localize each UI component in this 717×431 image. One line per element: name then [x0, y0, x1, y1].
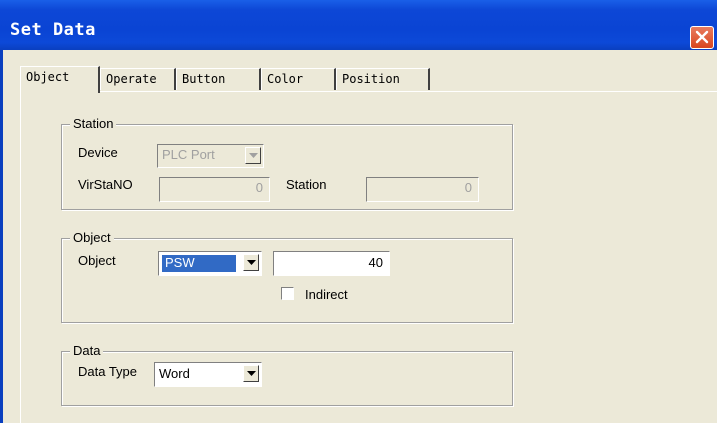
dialog-client-area: Object Operate Button Color Position Sta… [0, 50, 717, 431]
tab-button[interactable]: Button [176, 68, 261, 90]
tab-color[interactable]: Color [261, 68, 336, 90]
device-value: PLC Port [162, 147, 215, 162]
close-icon [695, 30, 709, 44]
tab-position[interactable]: Position [336, 68, 430, 90]
tab-label: Button [182, 72, 226, 86]
object-label: Object [78, 253, 116, 268]
data-type-label: Data Type [78, 364, 138, 379]
indirect-label: Indirect [305, 287, 348, 302]
station-value: 0 [464, 180, 472, 195]
object-address-field[interactable]: 40 [273, 251, 390, 276]
object-value: PSW [165, 255, 195, 270]
virstano-field[interactable]: 0 [159, 177, 270, 202]
tab-label: Operate [106, 72, 157, 86]
data-type-combobox[interactable]: Word [154, 362, 262, 387]
chevron-down-icon [249, 153, 258, 158]
title-bar[interactable]: Set Data [0, 0, 717, 50]
station-field[interactable]: 0 [366, 177, 479, 202]
close-button[interactable] [690, 26, 714, 49]
tab-operate[interactable]: Operate [100, 68, 176, 90]
device-combobox[interactable]: PLC Port [157, 144, 264, 168]
object-address-value: 40 [368, 255, 383, 270]
object-combobox[interactable]: PSW [158, 251, 262, 276]
tab-panel-object: Station Device PLC Port VirStaNO 0 Stati… [20, 91, 717, 431]
tab-label: Position [342, 72, 400, 86]
station-label: Station [286, 177, 327, 192]
tab-object[interactable]: Object [20, 66, 100, 93]
object-legend: Object [70, 230, 114, 245]
virstano-label: VirStaNO [78, 177, 133, 192]
data-type-dropdown-button[interactable] [243, 365, 259, 382]
set-data-dialog: Set Data Object Operate Button Color Pos… [0, 0, 717, 431]
chevron-down-icon [247, 371, 256, 376]
device-dropdown-button[interactable] [245, 147, 261, 164]
data-legend: Data [70, 343, 104, 358]
object-dropdown-button[interactable] [243, 254, 259, 271]
tab-label: Object [26, 70, 70, 84]
chevron-down-icon [247, 260, 256, 265]
window-title: Set Data [10, 20, 96, 40]
data-type-value: Word [159, 366, 190, 381]
tab-label: Color [267, 72, 304, 86]
device-label: Device [78, 145, 118, 160]
virstano-value: 0 [255, 180, 263, 195]
indirect-checkbox[interactable] [281, 287, 294, 300]
station-legend: Station [70, 116, 117, 131]
